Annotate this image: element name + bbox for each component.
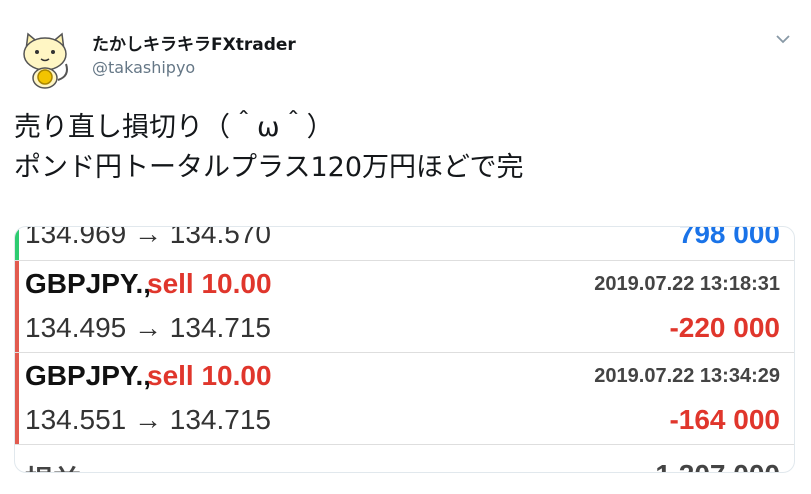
summary-label: 損益 <box>25 459 81 472</box>
tweet-text: 売り直し損切り（＾ω＾） ポンド円トータルプラス120万円ほどで完 <box>14 108 794 188</box>
chevron-down-icon[interactable] <box>772 30 794 48</box>
trade-side: sell 10.00 <box>147 360 272 391</box>
trade-profit: -220 000 <box>669 312 780 343</box>
user-handle[interactable]: @takashipyo <box>92 58 195 77</box>
user-avatar[interactable] <box>14 28 76 90</box>
trade-symbol: GBPJPY., <box>25 268 152 299</box>
trade-profit: -164 000 <box>669 404 780 435</box>
summary-value: 1 207 000 <box>655 459 780 472</box>
trade-row: GBPJPY., sell 10.00 2019.07.22 13:18:31 … <box>15 261 794 353</box>
trade-profit: 798 000 <box>678 226 780 249</box>
trade-row: GBPJPY., sell 10.00 2019.07.22 13:34:29 … <box>15 353 794 445</box>
trade-prices: 134.969 → 134.570 <box>25 226 271 249</box>
status-bar <box>15 353 19 445</box>
trade-time: 2019.07.22 13:34:29 <box>594 365 780 387</box>
display-name[interactable]: たかしキラキラFXtrader <box>92 30 296 55</box>
tweet-line: 売り直し損切り（＾ω＾） <box>14 112 334 143</box>
trade-symbol: GBPJPY., <box>25 360 152 391</box>
media-card[interactable]: 134.969 → 134.570 798 000 GBPJPY., sell … <box>14 226 795 473</box>
trade-side: sell 10.00 <box>147 268 272 299</box>
summary-row: 損益 1 207 000 <box>15 453 794 472</box>
row-divider <box>15 444 794 445</box>
trade-prices: 134.495 → 134.715 <box>25 312 271 343</box>
trade-time: 2019.07.22 13:18:31 <box>594 273 780 295</box>
trade-row: 134.969 → 134.570 798 000 <box>15 226 794 261</box>
status-bar <box>15 261 19 353</box>
tweet-line: ポンド円トータルプラス120万円ほどで完 <box>14 152 524 183</box>
trade-prices: 134.551 → 134.715 <box>25 404 271 435</box>
status-bar <box>15 227 19 261</box>
